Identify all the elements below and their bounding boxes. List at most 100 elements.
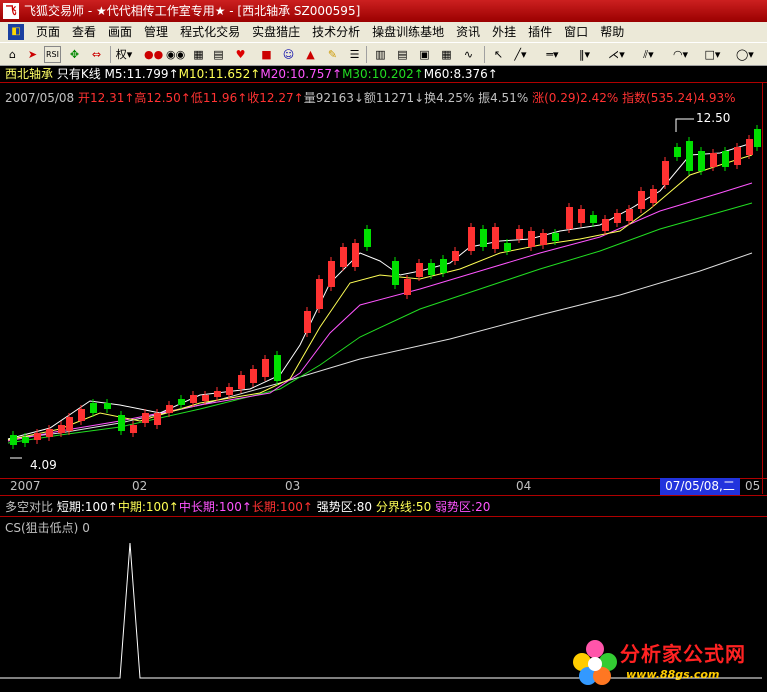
line-icon[interactable]: ╱▾	[512, 46, 529, 63]
watermark-name: 分析家公式网	[620, 642, 746, 666]
menu-item[interactable]: 插件	[522, 22, 558, 42]
divider	[762, 82, 763, 494]
candle	[552, 233, 559, 241]
square-icon[interactable]: ■	[258, 46, 275, 63]
candle	[528, 231, 535, 247]
stock-name: 西北轴承	[5, 67, 54, 81]
candle	[118, 415, 125, 431]
rights-dropdown[interactable]: 权▾	[114, 46, 134, 63]
curve-icon[interactable]: ∿	[460, 46, 477, 63]
menu-item[interactable]: 帮助	[594, 22, 630, 42]
candle	[428, 263, 435, 275]
menu-item[interactable]: 程式化交易	[174, 22, 246, 42]
ellipse-icon[interactable]: ◯▾	[736, 46, 754, 63]
candle	[638, 191, 645, 209]
menu-logo-icon[interactable]: ◧	[8, 24, 24, 40]
candle	[626, 209, 633, 221]
chart-area[interactable]: 西北轴承 只有K线 M5:11.799↑M10:11.652↑M20:10.75…	[0, 66, 767, 692]
candle	[754, 129, 761, 147]
candle	[250, 369, 257, 383]
candle	[304, 311, 311, 333]
rect-icon[interactable]: □▾	[704, 46, 721, 63]
cursor-icon[interactable]: ↖	[490, 46, 507, 63]
low-price-label: 4.09	[30, 458, 57, 472]
high-marker	[675, 118, 694, 132]
menu-item[interactable]: 画面	[102, 22, 138, 42]
ma60-line	[7, 252, 753, 440]
ma10-label: M10:11.652↑	[178, 67, 261, 81]
candle	[504, 243, 511, 251]
candle	[316, 279, 323, 309]
rsi-icon[interactable]: RSI	[44, 46, 61, 63]
midlong-term: 中长期:100↑	[178, 500, 252, 514]
mid-term: 中期:100↑	[117, 500, 179, 514]
menu-item[interactable]: 管理	[138, 22, 174, 42]
candle	[746, 139, 753, 155]
cs-title: CS(狙击低点)	[5, 521, 79, 535]
move-icon[interactable]: ✥	[66, 46, 83, 63]
watermark-url: www.88gs.com	[626, 668, 720, 681]
window-title: 飞狐交易师 - ★代代相传工作室专用★ - [西北轴承 SZ000595]	[24, 4, 361, 18]
menu-item[interactable]: 技术分析	[306, 22, 366, 42]
zoom-icon[interactable]: ⇔	[88, 46, 105, 63]
menu-item[interactable]: 实盘猎庄	[246, 22, 306, 42]
menu-item[interactable]: 操盘训练基地	[366, 22, 450, 42]
menu-item[interactable]: 查看	[66, 22, 102, 42]
candle	[46, 429, 53, 437]
menu-item[interactable]: 外挂	[486, 22, 522, 42]
overlay-icon[interactable]: ◉◉	[166, 46, 185, 63]
short-term: 短期:100↑	[56, 500, 118, 514]
axis-tick: 05	[745, 479, 761, 493]
ma-header: 西北轴承 只有K线 M5:11.799↑M10:11.652↑M20:10.75…	[5, 66, 498, 82]
chart-icon[interactable]: ▤	[210, 46, 227, 63]
arc-icon[interactable]: ◠▾	[672, 46, 689, 63]
candle	[22, 437, 29, 443]
candle	[340, 247, 347, 267]
info-icon[interactable]: ☺	[280, 46, 297, 63]
date-axis: 2007 02 03 04 05	[0, 478, 767, 495]
axis-tick: 02	[132, 479, 148, 493]
candle	[154, 413, 161, 425]
indicator-title: 多空对比	[5, 500, 54, 514]
candle	[34, 433, 41, 440]
candle	[130, 425, 137, 433]
menu-item[interactable]: 窗口	[558, 22, 594, 42]
layout4-icon[interactable]: ▦	[438, 46, 455, 63]
candle	[492, 227, 499, 249]
bars-icon[interactable]: ‖▾	[576, 46, 593, 63]
channel-icon[interactable]: ⫽▾	[640, 46, 657, 63]
candle	[440, 259, 447, 273]
title-bar: 飞 飞狐交易师 - ★代代相传工作室专用★ - [西北轴承 SZ000595]	[0, 0, 767, 22]
arrow-icon[interactable]: ➤	[24, 46, 41, 63]
layout1-icon[interactable]: ▥	[372, 46, 389, 63]
alert-icon[interactable]: ▲	[302, 46, 319, 63]
fan-icon[interactable]: ⋌▾	[608, 46, 625, 63]
hline-icon[interactable]: ═▾	[544, 46, 561, 63]
candle	[142, 413, 149, 423]
candle	[468, 227, 475, 251]
candle	[190, 395, 197, 403]
pen-icon[interactable]: ✎	[324, 46, 341, 63]
list-icon[interactable]: ☰	[346, 46, 363, 63]
candle	[66, 417, 73, 431]
cursor-date: 07/05/08,二	[660, 478, 740, 495]
candle	[10, 435, 17, 445]
ma5-line	[7, 142, 753, 440]
compare-icon[interactable]: ●●	[144, 46, 163, 63]
price-chart[interactable]	[0, 83, 762, 478]
candle	[674, 147, 681, 157]
candle	[78, 409, 85, 421]
layout3-icon[interactable]: ▣	[416, 46, 433, 63]
candle	[734, 147, 741, 165]
candle	[178, 399, 185, 405]
ma30-line	[7, 202, 753, 444]
cs-header: CS(狙击低点) 0	[5, 520, 90, 536]
ma30-label: M30:10.202↑	[342, 67, 424, 81]
home-icon[interactable]: ⌂	[4, 46, 21, 63]
menu-item[interactable]: 资讯	[450, 22, 486, 42]
layout2-icon[interactable]: ▤	[394, 46, 411, 63]
menu-item[interactable]: 页面	[30, 22, 66, 42]
candle	[698, 151, 705, 171]
grid-icon[interactable]: ▦	[190, 46, 207, 63]
heart-icon[interactable]: ♥	[232, 46, 249, 63]
